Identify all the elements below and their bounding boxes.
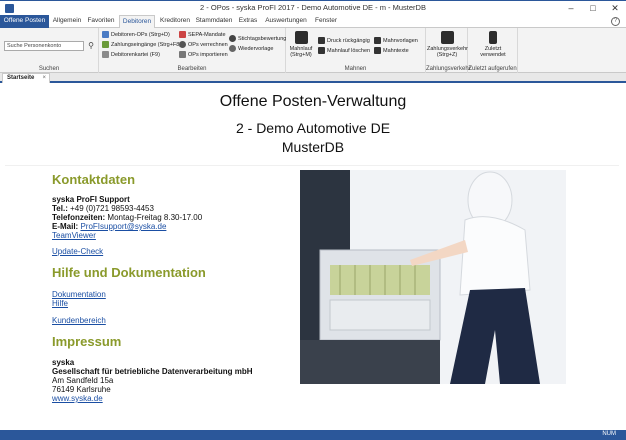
website-link[interactable]: www.syska.de: [52, 394, 103, 403]
document-tab-bar: Startseite ×: [0, 73, 626, 83]
mahntexte-button[interactable]: Mahntexte: [374, 46, 409, 55]
group-label-zahlungsverkehr: Zahlungsverkehr: [426, 66, 471, 72]
clock-icon: [229, 35, 236, 42]
start-page: Offene Posten-Verwaltung 2 - Demo Automo…: [0, 85, 626, 430]
card-index-icon: [102, 51, 109, 58]
database-name: MusterDB: [281, 139, 345, 155]
email-link[interactable]: ProFIsupport@syska.de: [80, 222, 166, 231]
tab-allgemein[interactable]: Allgemein: [52, 15, 82, 28]
help-icon[interactable]: ?: [611, 17, 620, 26]
dunning-run-icon: [294, 31, 308, 44]
sepa-icon: [179, 31, 186, 38]
dokumentation-link[interactable]: Dokumentation: [52, 290, 106, 299]
debitorenkartei-button[interactable]: Debitorenkartei (F9): [102, 50, 160, 59]
filing-cabinet-illustration: [300, 170, 566, 384]
delete-icon: [318, 47, 325, 54]
close-tab-icon[interactable]: ×: [42, 74, 46, 83]
zuletzt-verwendet-button[interactable]: Zuletzt verwendet: [472, 31, 514, 58]
group-zahlungsverkehr: Zahlungsverkehr (Strg+Z) Zahlungsverkehr: [426, 28, 471, 73]
mahnlauf-loeschen-button[interactable]: Mahnlauf löschen: [318, 46, 370, 55]
impressum-firma: syska: [52, 358, 75, 367]
group-bearbeiten: Debitoren-OPs (Strg+D) Zahlungseingänge …: [99, 28, 286, 73]
tab-offene-posten[interactable]: Offene Posten: [0, 15, 49, 28]
ops-verrechnen-button[interactable]: OPs verrechnen: [179, 40, 228, 49]
tab-kreditoren[interactable]: Kreditoren: [158, 15, 192, 28]
recent-icon: [489, 31, 497, 44]
company-name: 2 - Demo Automotive DE: [235, 120, 391, 136]
tab-startseite[interactable]: Startseite ×: [2, 73, 50, 83]
group-zuletzt: Zuletzt verwendet Zuletzt aufgerufen: [468, 28, 518, 73]
hilfe-heading: Hilfe und Dokumentation: [52, 265, 206, 280]
minimize-button[interactable]: –: [560, 1, 582, 16]
window-title: 2 - OPos - syska ProFI 2017 - Demo Autom…: [200, 3, 426, 12]
impressum-firma-full: Gesellschaft für betriebliche Datenverar…: [52, 367, 253, 376]
text-icon: [374, 47, 381, 54]
update-check-link[interactable]: Update-Check: [52, 247, 103, 256]
maximize-button[interactable]: □: [582, 1, 604, 16]
impressum-heading: Impressum: [52, 334, 122, 349]
support-name: syska ProFI Support: [52, 195, 130, 204]
tab-auswertungen[interactable]: Auswertungen: [263, 15, 309, 28]
zahlungsverkehr-button[interactable]: Zahlungsverkehr (Strg+Z): [427, 31, 468, 58]
stichtagsbewertung-button[interactable]: Stichtagsbewertung: [229, 34, 286, 43]
tab-extras[interactable]: Extras: [236, 15, 260, 28]
ribbon: Suche Personenkonto ⚲ Suchen Debitoren-O…: [0, 28, 626, 73]
debitoren-ops-button[interactable]: Debitoren-OPs (Strg+D): [102, 30, 170, 39]
group-label-bearbeiten: Bearbeiten: [177, 66, 207, 72]
druck-rueckgaengig-button[interactable]: Druck rückgängig: [318, 36, 370, 45]
group-mahnen: Mahnlauf (Strg+M) Druck rückgängig Mahnl…: [286, 28, 426, 73]
kundenbereich-link[interactable]: Kundenbereich: [52, 316, 106, 325]
settle-icon: [179, 41, 186, 48]
status-bar: NUM: [0, 430, 626, 440]
impressum-street: Am Sandfeld 15a: [52, 376, 114, 385]
import-icon: [179, 51, 186, 58]
group-label-suchen: Suchen: [38, 66, 60, 72]
num-lock-indicator: NUM: [602, 431, 616, 437]
tab-fenster[interactable]: Fenster: [312, 15, 340, 28]
zahlungseingaenge-button[interactable]: Zahlungseingänge (Strg+F8): [102, 40, 181, 49]
title-bar: 2 - OPos - syska ProFI 2017 - Demo Autom…: [0, 0, 626, 15]
group-suchen: Suche Personenkonto ⚲ Suchen: [0, 28, 99, 73]
mahnvorlagen-button[interactable]: Mahnvorlagen: [374, 36, 418, 45]
tab-favoriten[interactable]: Favoriten: [85, 15, 117, 28]
payment-icon: [440, 31, 454, 44]
tab-debitoren[interactable]: Debitoren: [119, 15, 155, 29]
hours-line: Telefonzeiten: Montag-Freitag 8.30-17.00: [52, 213, 203, 222]
ribbon-tab-bar: Offene Posten Allgemein Favoriten Debito…: [0, 15, 626, 29]
wiedervorlage-button[interactable]: Wiedervorlage: [229, 44, 273, 53]
print-undo-icon: [318, 37, 325, 44]
close-button[interactable]: ✕: [604, 1, 626, 16]
ops-importieren-button[interactable]: OPs importieren: [179, 50, 228, 59]
search-input[interactable]: Suche Personenkonto: [4, 41, 84, 51]
email-line: E-Mail: ProFIsupport@syska.de: [52, 222, 167, 231]
group-label-zuletzt: Zuletzt aufgerufen: [468, 66, 517, 72]
page-title: Offene Posten-Verwaltung: [219, 93, 407, 110]
phone-line: Tel.: +49 (0)721 98593-4453: [52, 204, 154, 213]
group-label-mahnen: Mahnen: [344, 66, 367, 72]
list-icon: [102, 31, 109, 38]
tab-stammdaten[interactable]: Stammdaten: [195, 15, 233, 28]
money-icon: [102, 41, 109, 48]
teamviewer-link[interactable]: TeamViewer: [52, 231, 96, 240]
mahnlauf-button[interactable]: Mahnlauf (Strg+M): [288, 31, 314, 58]
sepa-mandate-button[interactable]: SEPA-Mandate: [179, 30, 226, 39]
search-icon[interactable]: ⚲: [86, 41, 96, 51]
kontakt-heading: Kontaktdaten: [52, 172, 136, 187]
template-icon: [374, 37, 381, 44]
reminder-icon: [229, 45, 236, 52]
hilfe-link[interactable]: Hilfe: [52, 299, 68, 308]
office-photo: [300, 170, 566, 384]
impressum-city: 76149 Karlsruhe: [52, 385, 111, 394]
